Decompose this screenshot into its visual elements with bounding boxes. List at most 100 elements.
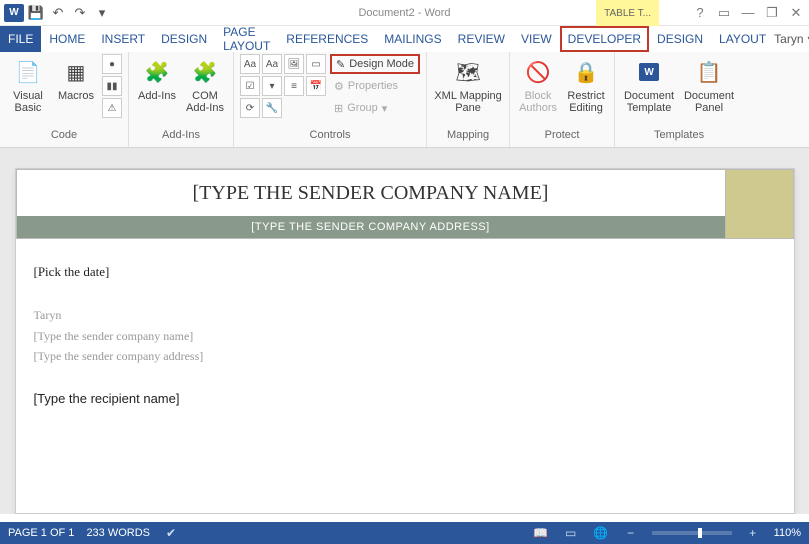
recipient-name-field[interactable]: [Type the recipient name]	[34, 388, 776, 410]
signed-name[interactable]: Taryn	[34, 305, 776, 325]
date-picker-field[interactable]: [Pick the date]	[34, 261, 776, 283]
xml-mapping-icon: 🗺	[452, 56, 484, 88]
date-picker-control-icon[interactable]: 📅	[306, 76, 326, 96]
ribbon-options-icon[interactable]: ▭	[715, 4, 733, 22]
plain-text-control-icon[interactable]: Aa	[262, 54, 282, 74]
help-icon[interactable]: ?	[691, 4, 709, 22]
tab-view[interactable]: VIEW	[513, 26, 560, 52]
tab-design[interactable]: DESIGN	[153, 26, 215, 52]
picture-control-icon[interactable]: 🖼	[284, 54, 304, 74]
page-indicator[interactable]: PAGE 1 OF 1	[8, 527, 74, 539]
group-code-label: Code	[6, 129, 122, 147]
group-button[interactable]: ⊞ Group▾	[330, 98, 420, 118]
document-template-icon: W	[633, 56, 665, 88]
com-addins-button[interactable]: 🧩 COMAdd-Ins	[183, 54, 227, 114]
design-mode-button[interactable]: ✎ Design Mode	[330, 54, 420, 74]
print-layout-icon[interactable]: ▭	[562, 525, 580, 541]
tab-page-layout[interactable]: PAGE LAYOUT	[215, 26, 278, 52]
document-panel-button[interactable]: 📋 DocumentPanel	[681, 54, 737, 114]
restrict-editing-button[interactable]: 🔒 RestrictEditing	[564, 54, 608, 114]
document-area[interactable]: [TYPE THE SENDER COMPANY NAME] [TYPE THE…	[0, 148, 809, 514]
combobox-control-icon[interactable]: ▾	[262, 76, 282, 96]
group-templates-label: Templates	[621, 129, 737, 147]
design-mode-label: Design Mode	[349, 58, 414, 70]
restrict-editing-icon: 🔒	[570, 56, 602, 88]
xml-mapping-button[interactable]: 🗺 XML MappingPane	[433, 54, 503, 114]
group-mapping-label: Mapping	[433, 129, 503, 147]
visual-basic-icon: 📄	[12, 56, 44, 88]
tab-insert[interactable]: INSERT	[93, 26, 153, 52]
document-panel-icon: 📋	[693, 56, 725, 88]
web-layout-icon[interactable]: 🌐	[592, 525, 610, 541]
zoom-in-button[interactable]: +	[744, 525, 762, 541]
legacy-tools-icon[interactable]: 🔧	[262, 98, 282, 118]
group-protect-label: Protect	[516, 129, 608, 147]
logo-placeholder[interactable]	[726, 169, 794, 239]
rich-text-control-icon[interactable]: Aa	[240, 54, 260, 74]
repeating-control-icon[interactable]: ⟳	[240, 98, 260, 118]
redo-icon[interactable]: ↷	[70, 3, 90, 23]
addins-button[interactable]: 🧩 Add-Ins	[135, 54, 179, 102]
document-template-button[interactable]: W DocumentTemplate	[621, 54, 677, 114]
design-mode-icon: ✎	[336, 58, 345, 71]
tab-layout-context[interactable]: LAYOUT	[711, 26, 774, 52]
sender-name-small-field[interactable]: [Type the sender company name]	[34, 326, 776, 346]
tab-review[interactable]: REVIEW	[450, 26, 513, 52]
group-addins-label: Add-Ins	[135, 129, 227, 147]
group-addins: 🧩 Add-Ins 🧩 COMAdd-Ins Add-Ins	[129, 52, 234, 147]
save-icon[interactable]: 💾	[26, 3, 46, 23]
tab-home[interactable]: HOME	[41, 26, 93, 52]
user-account[interactable]: Taryn▾	[774, 26, 809, 52]
macro-security-icon[interactable]: ⚠	[102, 98, 122, 118]
macros-button[interactable]: ▦ Macros	[54, 54, 98, 102]
minimize-icon[interactable]: —	[739, 4, 757, 22]
macros-icon: ▦	[60, 56, 92, 88]
tab-mailings[interactable]: MAILINGS	[376, 26, 449, 52]
building-block-control-icon[interactable]: ▭	[306, 54, 326, 74]
block-authors-icon: 🚫	[522, 56, 554, 88]
tab-developer[interactable]: DEVELOPER	[560, 26, 649, 52]
visual-basic-button[interactable]: 📄 VisualBasic	[6, 54, 50, 114]
block-authors-button[interactable]: 🚫 BlockAuthors	[516, 54, 560, 114]
sender-company-name-field[interactable]: [TYPE THE SENDER COMPANY NAME]	[17, 170, 725, 216]
page[interactable]: [TYPE THE SENDER COMPANY NAME] [TYPE THE…	[15, 168, 795, 514]
qat-customize-icon[interactable]: ▾	[92, 3, 112, 23]
record-macro-icon[interactable]: ●	[102, 54, 122, 74]
group-controls-label: Controls	[240, 129, 420, 147]
tab-file[interactable]: FILE	[0, 26, 41, 52]
ribbon: 📄 VisualBasic ▦ Macros ● ▮▮ ⚠ Code 🧩 Add…	[0, 52, 809, 148]
context-tab-table[interactable]: TABLE T...	[596, 0, 659, 26]
sender-address-small-field[interactable]: [Type the sender company address]	[34, 346, 776, 366]
zoom-percent[interactable]: 110%	[774, 527, 801, 539]
properties-button[interactable]: ⚙ Properties	[330, 76, 420, 96]
controls-gallery: Aa Aa 🖼 ▭ ☑ ▾ ≡ 📅 ⟳ 🔧	[240, 54, 326, 118]
zoom-out-button[interactable]: −	[622, 525, 640, 541]
group-controls: Aa Aa 🖼 ▭ ☑ ▾ ≡ 📅 ⟳ 🔧 ✎ Design Mode ⚙ Pr…	[234, 52, 427, 147]
close-icon[interactable]: ✕	[787, 4, 805, 22]
pause-macro-icon[interactable]: ▮▮	[102, 76, 122, 96]
properties-icon: ⚙	[334, 80, 344, 93]
tab-design-context[interactable]: DESIGN	[649, 26, 711, 52]
group-code: 📄 VisualBasic ▦ Macros ● ▮▮ ⚠ Code	[0, 52, 129, 147]
word-count[interactable]: 233 WORDS	[86, 527, 150, 539]
status-bar: PAGE 1 OF 1 233 WORDS ✔ 📖 ▭ 🌐 − + 110%	[0, 522, 809, 544]
group-templates: W DocumentTemplate 📋 DocumentPanel Templ…	[615, 52, 743, 147]
dropdown-control-icon[interactable]: ≡	[284, 76, 304, 96]
com-addins-icon: 🧩	[189, 56, 221, 88]
checkbox-control-icon[interactable]: ☑	[240, 76, 260, 96]
zoom-slider[interactable]	[652, 531, 732, 535]
restore-icon[interactable]: ❐	[763, 4, 781, 22]
group-protect: 🚫 BlockAuthors 🔒 RestrictEditing Protect	[510, 52, 615, 147]
document-title: Document2 - Word	[358, 7, 450, 19]
user-name: Taryn	[774, 32, 803, 46]
sender-company-address-field[interactable]: [TYPE THE SENDER COMPANY ADDRESS]	[17, 216, 725, 238]
read-mode-icon[interactable]: 📖	[532, 525, 550, 541]
undo-icon[interactable]: ↶	[48, 3, 68, 23]
group-icon: ⊞	[334, 102, 343, 115]
group-mapping: 🗺 XML MappingPane Mapping	[427, 52, 510, 147]
spellcheck-icon[interactable]: ✔	[162, 525, 180, 541]
word-app-icon: W	[4, 3, 24, 23]
addins-icon: 🧩	[141, 56, 173, 88]
tab-references[interactable]: REFERENCES	[278, 26, 376, 52]
ribbon-tabs: FILE HOME INSERT DESIGN PAGE LAYOUT REFE…	[0, 26, 809, 52]
